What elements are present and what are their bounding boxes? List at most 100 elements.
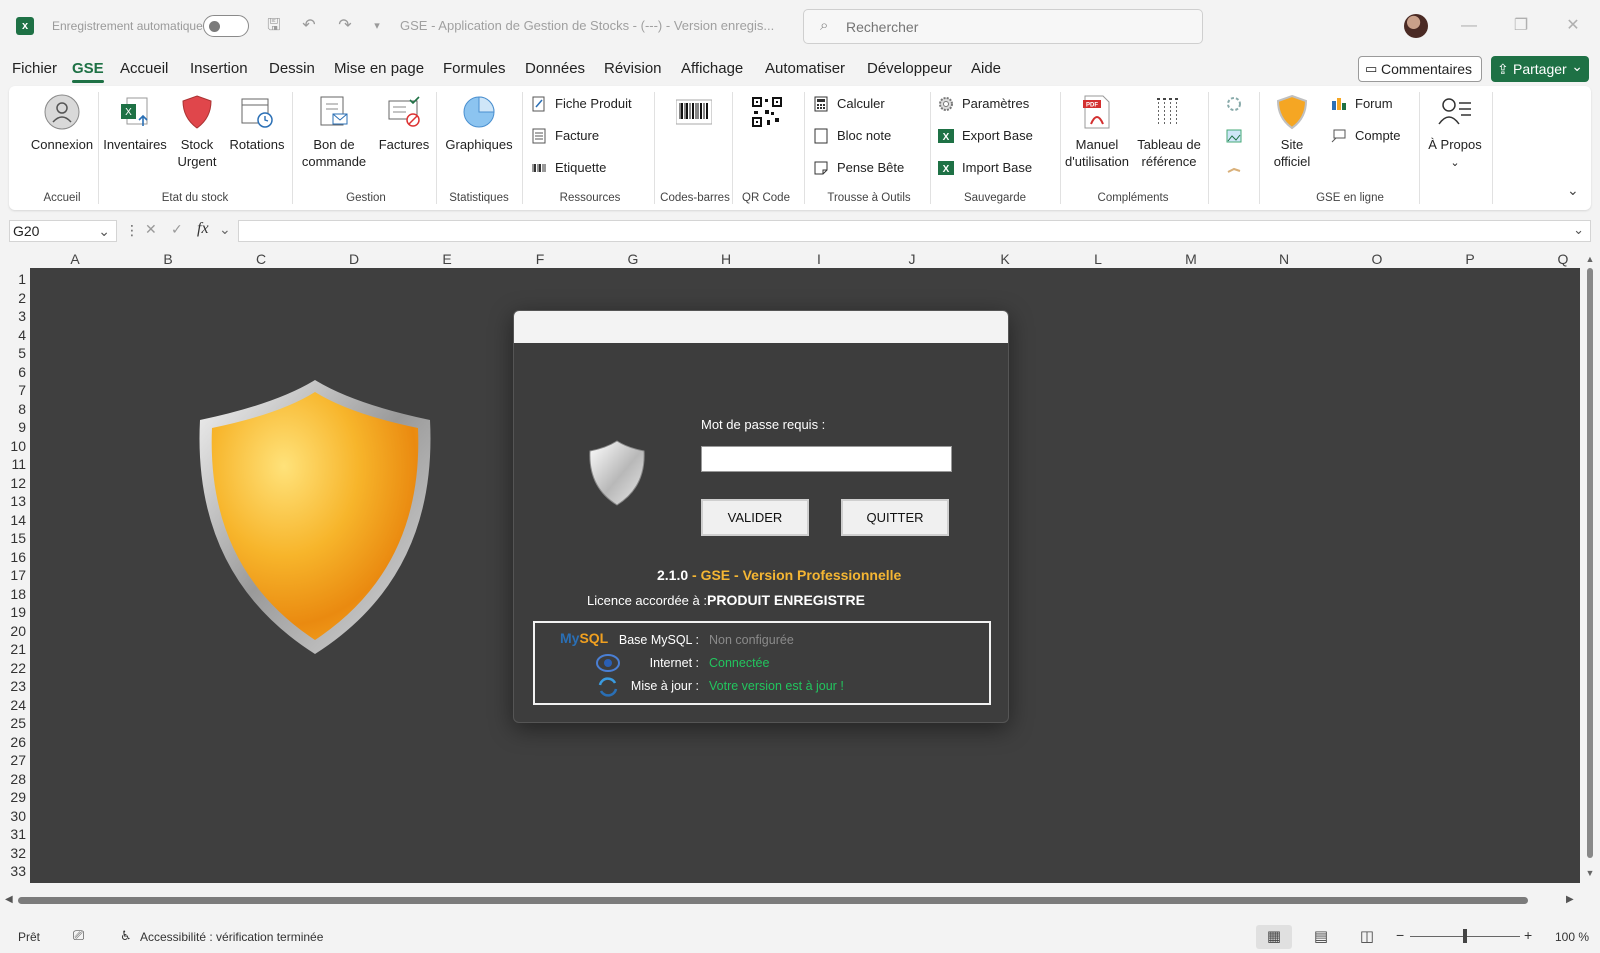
tab-revision[interactable]: Révision <box>604 60 662 77</box>
more-options-icon[interactable]: ⋮ <box>125 222 139 239</box>
scroll-left-icon[interactable]: ◀ <box>5 894 13 905</box>
row-header[interactable]: 18 <box>0 586 26 602</box>
row-header[interactable]: 4 <box>0 327 26 343</box>
bon-de-commande-button[interactable]: Bon de commande <box>296 94 372 170</box>
tab-developpeur[interactable]: Développeur <box>867 60 952 77</box>
tab-gse[interactable]: GSE <box>72 60 104 83</box>
row-header[interactable]: 28 <box>0 771 26 787</box>
share-button[interactable]: Partager <box>1491 53 1589 82</box>
zoom-level[interactable]: 100 % <box>1555 930 1589 944</box>
column-header[interactable]: A <box>65 251 85 267</box>
row-header[interactable]: 9 <box>0 419 26 435</box>
row-header[interactable]: 30 <box>0 808 26 824</box>
row-header[interactable]: 3 <box>0 308 26 324</box>
row-header[interactable]: 7 <box>0 382 26 398</box>
inventaires-button[interactable]: X Inventaires <box>101 94 169 153</box>
row-header[interactable]: 24 <box>0 697 26 713</box>
column-header[interactable]: M <box>1181 251 1201 267</box>
row-header[interactable]: 13 <box>0 493 26 509</box>
column-header[interactable]: G <box>623 251 643 267</box>
restore-icon[interactable]: ❐ <box>1509 14 1533 38</box>
column-header[interactable]: E <box>437 251 457 267</box>
normal-view-icon[interactable]: ▦ <box>1256 925 1292 949</box>
tab-insertion[interactable]: Insertion <box>190 60 248 77</box>
factures-button[interactable]: Factures <box>372 94 436 153</box>
column-header[interactable]: I <box>809 251 829 267</box>
pense-bete-button[interactable]: Pense Bête <box>813 158 904 178</box>
parametres-button[interactable]: Paramètres <box>938 94 1029 114</box>
stock-urgent-button[interactable]: Stock Urgent <box>169 94 225 170</box>
row-header[interactable]: 31 <box>0 826 26 842</box>
zoom-in-icon[interactable]: + <box>1524 927 1532 943</box>
bloc-note-button[interactable]: Bloc note <box>813 126 891 146</box>
image-button[interactable] <box>1226 126 1242 146</box>
page-break-view-icon[interactable]: ◫ <box>1349 925 1385 949</box>
search-input[interactable] <box>846 17 1186 37</box>
check-icon[interactable]: ✓ <box>171 221 183 238</box>
tab-dessin[interactable]: Dessin <box>269 60 315 77</box>
scroll-up-icon[interactable]: ▲ <box>1584 254 1596 264</box>
import-base-button[interactable]: X Import Base <box>938 158 1032 178</box>
row-header[interactable]: 22 <box>0 660 26 676</box>
accessibility-status[interactable]: Accessibilité : vérification terminée <box>140 930 323 944</box>
fiche-produit-button[interactable]: Fiche Produit <box>531 94 632 114</box>
scrollbar-thumb[interactable] <box>18 897 1528 904</box>
search-box[interactable]: ⌕ <box>803 9 1203 44</box>
row-header[interactable]: 2 <box>0 290 26 306</box>
zoom-slider-thumb[interactable] <box>1463 929 1467 943</box>
column-header[interactable]: B <box>158 251 178 267</box>
row-header[interactable]: 16 <box>0 549 26 565</box>
site-officiel-button[interactable]: Site officiel <box>1264 94 1320 170</box>
row-header[interactable]: 1 <box>0 271 26 287</box>
customize-qat-icon[interactable]: ▾ <box>365 14 389 38</box>
column-header[interactable]: F <box>530 251 550 267</box>
a-propos-button[interactable]: À Propos ⌄ <box>1423 94 1487 172</box>
horizontal-scrollbar[interactable]: ◀ ▶ <box>0 892 1585 908</box>
expand-formula-icon[interactable]: ⌄ <box>1573 222 1584 238</box>
row-header[interactable]: 26 <box>0 734 26 750</box>
row-header[interactable]: 5 <box>0 345 26 361</box>
calculer-button[interactable]: Calculer <box>813 94 885 114</box>
column-header[interactable]: H <box>716 251 736 267</box>
scroll-down-icon[interactable]: ▼ <box>1584 868 1596 878</box>
quit-button[interactable]: QUITTER <box>841 499 949 536</box>
row-header[interactable]: 8 <box>0 401 26 417</box>
rotations-button[interactable]: Rotations <box>225 94 289 153</box>
qr-code-button[interactable] <box>737 94 797 136</box>
row-header[interactable]: 12 <box>0 475 26 491</box>
row-header[interactable]: 27 <box>0 752 26 768</box>
row-header[interactable]: 32 <box>0 845 26 861</box>
tab-automatiser[interactable]: Automatiser <box>765 60 845 77</box>
tab-accueil[interactable]: Accueil <box>120 60 168 77</box>
collapse-ribbon-icon[interactable]: ⌄ <box>1567 182 1579 199</box>
facture-button[interactable]: Facture <box>531 126 599 146</box>
chevron-down-icon[interactable]: ⌄ <box>219 221 231 238</box>
row-header[interactable]: 14 <box>0 512 26 528</box>
tableau-reference-button[interactable]: Tableau de référence <box>1133 94 1205 170</box>
column-header[interactable]: Q <box>1553 251 1573 267</box>
chevron-down-icon[interactable]: ⌄ <box>98 221 110 241</box>
row-header[interactable]: 23 <box>0 678 26 694</box>
column-header[interactable]: O <box>1367 251 1387 267</box>
scroll-right-icon[interactable]: ▶ <box>1566 894 1574 905</box>
row-header[interactable]: 15 <box>0 530 26 546</box>
row-header[interactable]: 20 <box>0 623 26 639</box>
row-header[interactable]: 17 <box>0 567 26 583</box>
row-header[interactable]: 6 <box>0 364 26 380</box>
row-header[interactable]: 10 <box>0 438 26 454</box>
tab-donnees[interactable]: Données <box>525 60 585 77</box>
row-header[interactable]: 25 <box>0 715 26 731</box>
misc-button[interactable] <box>1226 158 1242 178</box>
formula-input[interactable]: ⌄ <box>238 220 1591 242</box>
avatar[interactable] <box>1404 14 1428 38</box>
tab-fichier[interactable]: Fichier <box>12 60 57 77</box>
column-header[interactable]: D <box>344 251 364 267</box>
macro-record-icon[interactable]: ⎚ <box>73 927 84 944</box>
column-header[interactable]: P <box>1460 251 1480 267</box>
accessibility-icon[interactable]: ♿︎ <box>120 928 132 944</box>
validate-button[interactable]: VALIDER <box>701 499 809 536</box>
sheet-area[interactable]: Mot de passe requis : VALIDER QUITTER 2.… <box>30 268 1580 883</box>
column-header[interactable]: L <box>1088 251 1108 267</box>
connexion-button[interactable]: Connexion <box>19 94 105 153</box>
cancel-icon[interactable]: ✕ <box>145 221 157 238</box>
